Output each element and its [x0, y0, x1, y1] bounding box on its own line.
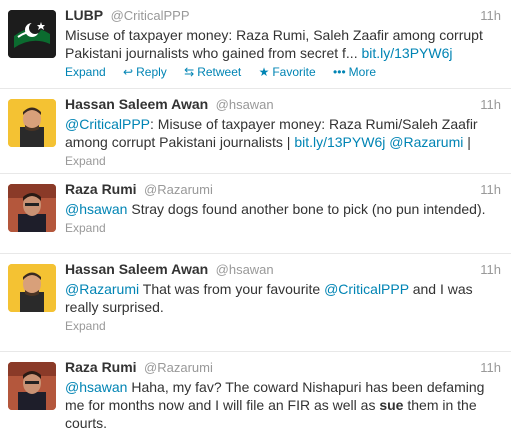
- tweet-text: @CriticalPPP: Misuse of taxpayer money: …: [65, 115, 505, 151]
- author-name[interactable]: Hassan Saleem Awan: [65, 96, 208, 112]
- timestamp[interactable]: 11h: [480, 359, 501, 376]
- mention-link[interactable]: @Razarumi: [389, 134, 463, 150]
- author-username[interactable]: @Razarumi: [144, 182, 213, 197]
- tweet-text: @hsawan Haha, my fav? The coward Nishapu…: [65, 378, 505, 432]
- tweet[interactable]: Raza Rumi @Razarumi 11h @hsawan Stray do…: [0, 174, 511, 254]
- tweet-header: Hassan Saleem Awan @hsawan 11h: [65, 96, 501, 113]
- more-label: More: [348, 65, 376, 79]
- mention-link[interactable]: @Razarumi: [65, 281, 139, 297]
- tweet-link[interactable]: bit.ly/13PYW6j: [361, 45, 452, 61]
- emphasized-text: sue: [379, 397, 404, 413]
- author-name[interactable]: Hassan Saleem Awan: [65, 261, 208, 277]
- tweet[interactable]: Hassan Saleem Awan @hsawan 11h @Razarumi…: [0, 254, 511, 352]
- favorite-button[interactable]: ★ Favorite: [259, 65, 316, 80]
- avatar[interactable]: [8, 362, 56, 410]
- reply-icon: ↩: [123, 65, 134, 79]
- tweet-link[interactable]: bit.ly/13PYW6j: [294, 134, 385, 150]
- author-name[interactable]: Raza Rumi: [65, 181, 137, 197]
- star-icon: ★: [258, 65, 270, 79]
- retweet-button[interactable]: ⇆ Retweet: [184, 65, 241, 80]
- author-name[interactable]: LUBP: [65, 7, 103, 23]
- avatar[interactable]: [8, 184, 56, 232]
- expand-button[interactable]: Expand: [65, 221, 106, 236]
- tweet-text: @Razarumi That was from your favourite @…: [65, 280, 505, 316]
- tweet-actions: Expand: [65, 319, 501, 334]
- reply-label: Reply: [136, 65, 167, 79]
- mention-link[interactable]: @hsawan: [65, 201, 127, 217]
- mention-link[interactable]: @CriticalPPP: [324, 281, 409, 297]
- expand-button[interactable]: Expand: [65, 154, 106, 169]
- tweet-text-segment: That was from your favourite: [139, 281, 325, 297]
- author-name[interactable]: Raza Rumi: [65, 359, 137, 375]
- avatar[interactable]: [8, 99, 56, 147]
- mention-link[interactable]: @hsawan: [65, 379, 127, 395]
- tweet[interactable]: Raza Rumi @Razarumi 11h @hsawan Haha, my…: [0, 352, 511, 442]
- reply-button[interactable]: ↩ Reply: [123, 65, 167, 80]
- favorite-label: Favorite: [272, 65, 316, 79]
- tweet-actions: Expand: [65, 221, 501, 236]
- author-username[interactable]: @Razarumi: [144, 360, 213, 375]
- avatar[interactable]: [8, 10, 56, 58]
- tweet-text-segment: Stray dogs found another bone to pick (n…: [127, 201, 486, 217]
- user-photo-icon: [8, 264, 56, 312]
- pakistan-flag-avatar-icon: [8, 10, 56, 58]
- tweet[interactable]: LUBP @CriticalPPP 11h Misuse of taxpayer…: [0, 0, 511, 89]
- tweet-actions: Expand: [65, 154, 501, 169]
- user-photo-icon: [8, 184, 56, 232]
- tweet-text: Misuse of taxpayer money: Raza Rumi, Sal…: [65, 26, 505, 62]
- tweet-header: Raza Rumi @Razarumi 11h: [65, 181, 501, 198]
- retweet-icon: ⇆: [184, 65, 195, 79]
- avatar[interactable]: [8, 264, 56, 312]
- tweet-header: LUBP @CriticalPPP 11h: [65, 7, 501, 24]
- more-button[interactable]: ••• More: [333, 65, 376, 80]
- author-username[interactable]: @hsawan: [216, 262, 274, 277]
- expand-button[interactable]: Expand: [65, 65, 106, 80]
- tweet-actions: Expand ↩ Reply ⇆ Retweet ★ Favorite ••• More: [65, 65, 501, 80]
- timestamp[interactable]: 11h: [480, 96, 501, 113]
- retweet-label: Retweet: [197, 65, 242, 79]
- timestamp[interactable]: 11h: [480, 261, 501, 278]
- tweet-header: Raza Rumi @Razarumi 11h: [65, 359, 501, 376]
- author-username[interactable]: @CriticalPPP: [111, 8, 190, 23]
- timestamp[interactable]: 11h: [480, 181, 501, 198]
- mention-link[interactable]: @CriticalPPP: [65, 116, 150, 132]
- tweet-header: Hassan Saleem Awan @hsawan 11h: [65, 261, 501, 278]
- user-photo-icon: [8, 99, 56, 147]
- tweet-feed: LUBP @CriticalPPP 11h Misuse of taxpayer…: [0, 0, 511, 442]
- more-dots-icon: •••: [333, 65, 346, 79]
- tweet[interactable]: Hassan Saleem Awan @hsawan 11h @Critical…: [0, 89, 511, 174]
- author-username[interactable]: @hsawan: [216, 97, 274, 112]
- user-photo-icon: [8, 362, 56, 410]
- timestamp[interactable]: 11h: [480, 7, 501, 24]
- expand-button[interactable]: Expand: [65, 319, 106, 334]
- tweet-text-segment: |: [463, 134, 471, 150]
- tweet-text: @hsawan Stray dogs found another bone to…: [65, 200, 505, 218]
